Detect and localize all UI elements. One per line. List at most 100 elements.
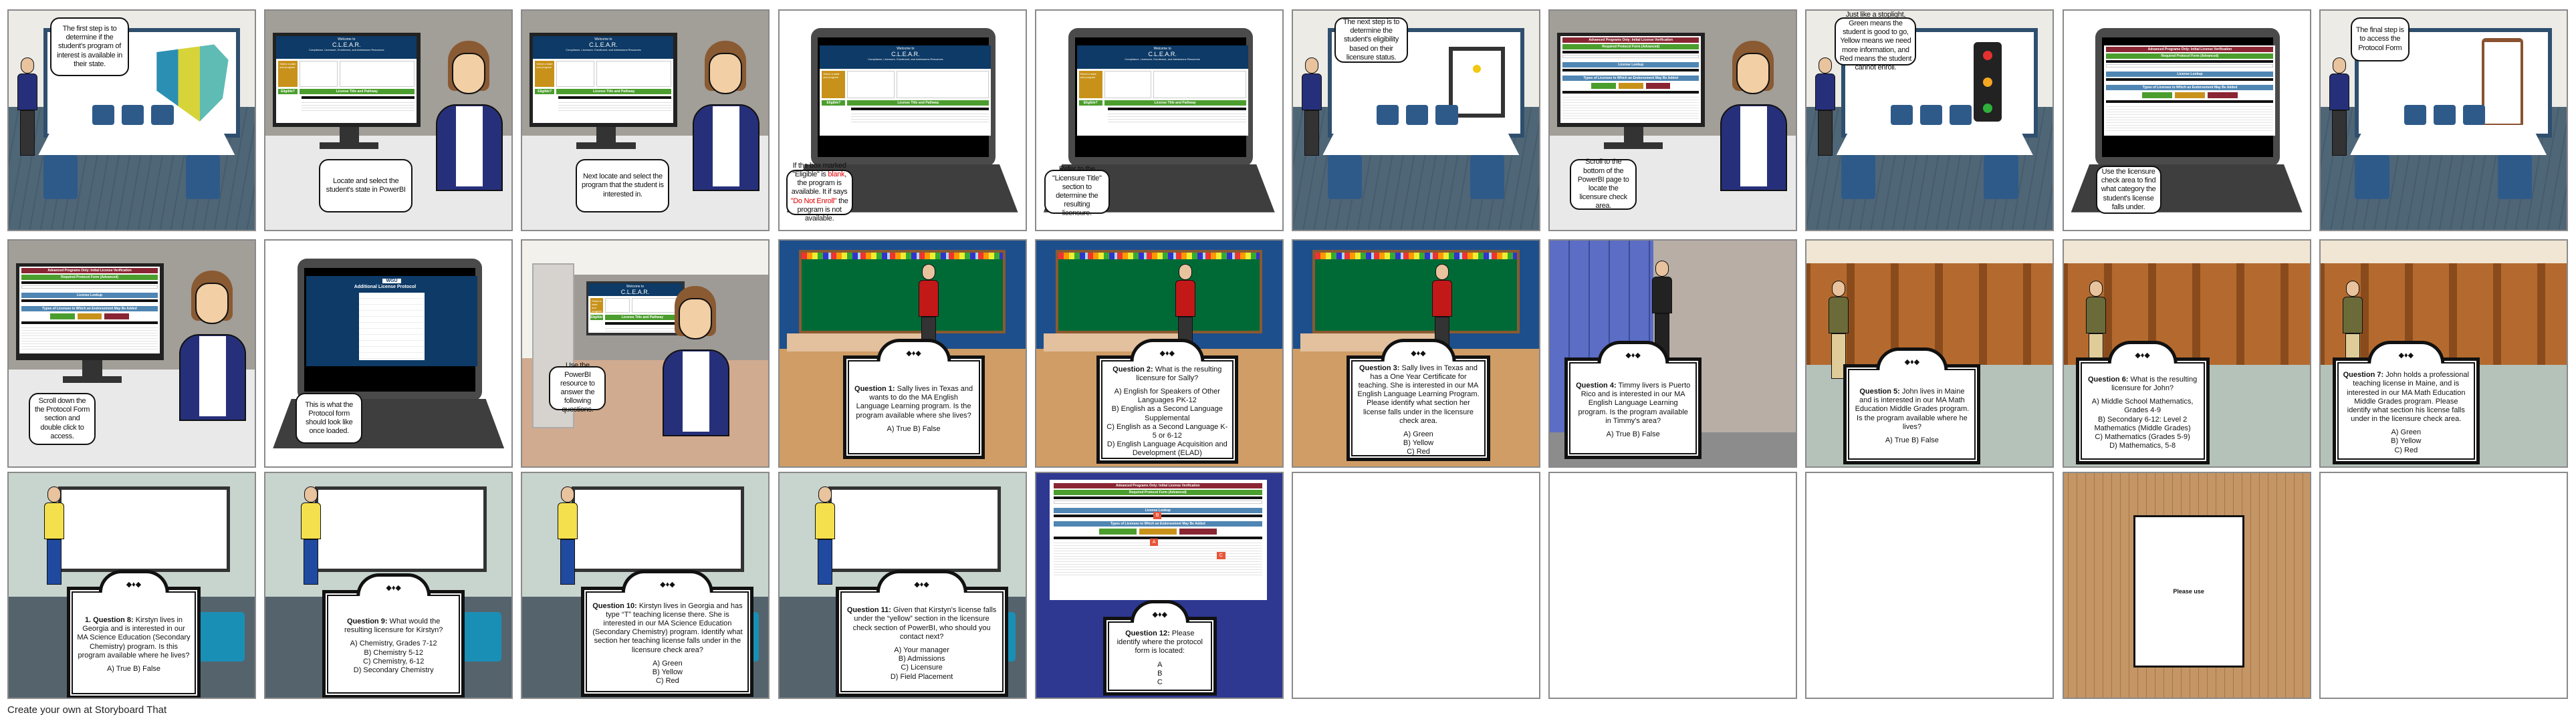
storyboard-panel-10: The final step is to access the Protocol… [2319,9,2568,231]
chair [2497,155,2533,200]
question-label: Question 11: [846,606,891,615]
yellow-category [1139,529,1177,535]
storyboard-panel-25: Advanced Programs Only: Initial License … [1034,472,1284,699]
keyboard [320,142,379,149]
chair [43,155,78,200]
question-sign: ◆♦◆ Question 9: What would the resulting… [322,573,465,698]
license-title-header: License Title and Pathway [847,100,989,106]
ornament-icon: ◆♦◆ [2135,351,2150,359]
select-state-tile[interactable]: Select a state and program [822,71,846,98]
caption-text: This is what the Protocol form should lo… [305,400,353,436]
chair [1377,105,1399,125]
keyboard [1604,142,1663,149]
storyboard-panel-2: Welcome to C.L.E.A.R. Compliance, Licens… [264,9,513,231]
question-label: Question 1: [854,385,895,394]
eligible-header: Eligible? [1078,100,1102,106]
advanced-verification-screenshot: Advanced Programs Only: Initial License … [19,266,160,353]
advanced-title-bar: Advanced Programs Only: Initial License … [1053,483,1262,488]
select-state-tile[interactable]: Select a state and program [1078,71,1102,98]
laptop: Welcome to C.L.E.A.R. Compliance, Licens… [811,28,996,166]
license-title-header: License Title and Pathway [556,88,672,94]
storyboard-panel-20: ◆♦◆ Question 7: John holds a professiona… [2319,239,2568,468]
protocol-form-bar: Required Protocol Form (Advanced) [1562,43,1700,49]
question-label: Question 2: [1113,365,1153,374]
chair [1841,155,1876,200]
windows [828,486,1001,572]
license-lookup-bar: License Lookup [21,292,158,298]
chair [2355,155,2389,200]
marker-c: C [1216,552,1225,559]
select-state-tile[interactable]: Select a state and program [278,60,298,87]
character [2327,57,2351,158]
caption-text: The first step is to determine if the st… [57,25,122,68]
character [813,486,837,587]
speech-bubble: The first step is to determine if the st… [50,17,129,76]
storyboard-panel-11: Advanced Programs Only: Initial License … [7,239,256,468]
chair [1470,155,1505,200]
storyboard-panel-6: The next step is to determine the studen… [1292,9,1540,231]
speech-bubble: Scroll down the the Protocol Form sectio… [29,393,96,445]
storyboard-panel-24: ◆♦◆ Question 11: Given that Kirstyn's li… [778,472,1027,699]
protocol-form-bar: Required Protocol Form (Advanced) [2106,53,2274,59]
character [299,486,323,587]
clear-title: C.L.E.A.R. [1148,51,1177,58]
answer-options: A) English for Speakers of Other Languag… [1106,387,1228,458]
storyboard-panel-7: Advanced Programs Only: Initial License … [1548,9,1798,231]
chalkboard [799,249,1006,333]
monitor: Welcome to C.L.E.A.R. Compliance, Licens… [273,32,421,127]
eligible-header: Eligible? [822,100,846,106]
chair [1327,155,1363,200]
storyboard-panel-3: Welcome to C.L.E.A.R. Compliance, Licens… [521,9,770,231]
chair [1435,105,1458,125]
chalkboard [1056,249,1263,333]
select-state-tile[interactable]: Select a state and program [535,60,554,87]
storyboard-panel-5: Welcome to C.L.E.A.R. Compliance, Licens… [1034,9,1284,231]
red-category [1179,529,1217,535]
monitor: Welcome to C.L.E.A.R. Compliance, Licens… [530,32,678,127]
ornament-icon: ◆♦◆ [660,581,675,589]
storyboard-panel-26 [1292,472,1540,699]
protocol-form-fields[interactable] [359,293,425,361]
speech-bubble: The final step is to access the Protocol… [2350,17,2410,61]
keyboard [576,142,636,149]
speech-bubble: Just like a stoplight, Green means the s… [1835,11,1917,71]
question-label: Question 12: [1125,629,1170,637]
speech-bubble: Use the licensure check area to find wha… [2095,166,2161,214]
question-sign: ◆♦◆ 1. Question 8: Kirstyn lives in Geor… [67,570,201,698]
character [42,486,66,587]
question-sign: ◆♦◆ Question 12: Please identify where t… [1102,600,1217,696]
license-types-bar: Types of Licenses to Which an Endorsemen… [1562,75,1700,81]
storyboard-that-credit-link[interactable]: Create your own at Storyboard That [7,704,166,716]
question-sign: ◆♦◆ Question 11: Given that Kirstyn's li… [835,570,1008,697]
ornament-icon: ◆♦◆ [386,584,401,592]
ornament-icon: ◆♦◆ [1152,611,1168,619]
character [15,57,39,158]
caption-text: "Do Not Enroll" [790,196,837,205]
caption-text: Scroll to the bottom of the PowerBI page… [1577,158,1629,210]
caption-text: Refer to the "Licensure Title" section t… [1052,165,1102,218]
question-label: Question 7: [2343,371,2384,380]
storyboard-panel-1: The first step is to determine if the st… [7,9,256,231]
yellow-category [2174,92,2205,99]
storyboard-panel-23: ◆♦◆ Question 10: Kirstyn lives in Georgi… [521,472,770,699]
speech-bubble: Scroll to the bottom of the PowerBI page… [1570,158,1637,210]
storyboard-panel-8: Just like a stoplight, Green means the s… [1805,9,2055,231]
question-label: Question 9: [346,617,388,625]
select-state-tile[interactable]: Select a state and program [590,298,603,313]
advanced-title-bar: Advanced Programs Only: Initial License … [21,267,158,273]
yellow-category [1618,82,1643,89]
storyboard-panel-4: Welcome to C.L.E.A.R. Compliance, Licens… [778,9,1027,231]
windows [314,486,487,572]
caption-text: Just like a stoplight, Green means the s… [1839,10,1912,71]
answer-options: A) Green B) Yellow C) Red [1403,430,1434,456]
question-sign: ◆♦◆ Question 2: What is the resulting li… [1096,339,1238,464]
marker-b: B [1153,512,1162,519]
protocol-form-bar: Required Protocol Form (Advanced) [1053,490,1262,495]
storyboard-panel-13: Welcome to C.L.E.A.R. Compliance, Licens… [521,239,770,468]
storyboard-panel-28 [1805,472,2055,699]
speech-bubble: Next locate and select the program that … [576,159,670,212]
question-sign: ◆♦◆ Question 3: Sally lives in Texas and… [1346,339,1490,461]
question-label: Question 3: [1359,364,1400,372]
clear-subtitle: Compliance, Licensure, Enrollment, and A… [868,57,943,61]
red-category [2207,92,2238,99]
